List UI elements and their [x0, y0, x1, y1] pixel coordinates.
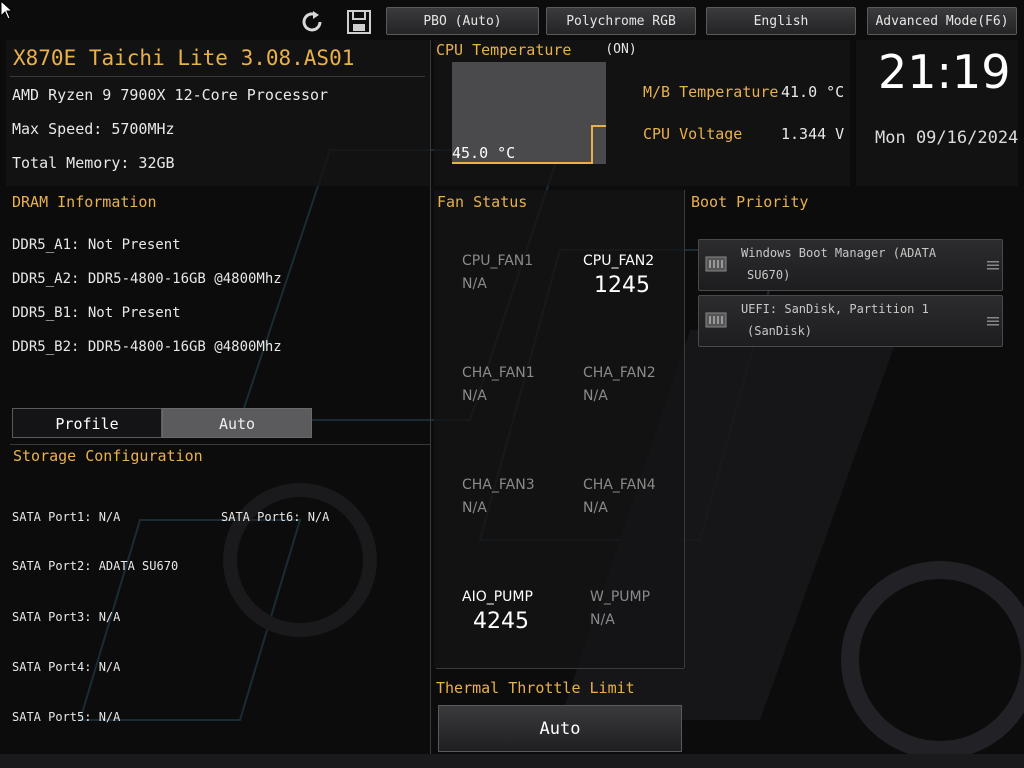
fan-cha-fan3-value: N/A — [462, 500, 487, 516]
dram-slot-b2: DDR5_B2: DDR5-4800-16GB @4800Mhz — [12, 339, 282, 355]
sata-port5: SATA Port5: N/A — [12, 710, 121, 724]
max-speed: Max Speed: 5700MHz — [12, 120, 175, 138]
sata-port6: SATA Port6: N/A — [221, 510, 330, 524]
polychrome-rgb-button[interactable]: Polychrome RGB (ON) — [546, 7, 696, 57]
storage-title: Storage Configuration — [13, 447, 203, 465]
dram-slot-a1: DDR5_A1: Not Present — [12, 237, 181, 253]
thermal-throttle-button[interactable]: Auto — [438, 705, 682, 752]
mb-temp-label: M/B Temperature — [643, 83, 779, 101]
sata-port3: SATA Port3: N/A — [12, 610, 121, 624]
fan-cha-fan2-value: N/A — [583, 388, 608, 404]
cpu-temp-value: 45.0 °C — [452, 144, 516, 162]
boot-item-1[interactable]: Windows Boot Manager (ADATA SU670) — [698, 239, 1003, 291]
fan-w-pump-name: W_PUMP — [590, 589, 651, 605]
fan-aio-pump-name: AIO_PUMP — [462, 589, 533, 605]
fan-cpu-fan2-name: CPU_FAN2 — [583, 253, 655, 269]
dram-title: DRAM Information — [12, 193, 157, 211]
language-button[interactable]: English — [706, 7, 856, 35]
thermal-throttle-title: Thermal Throttle Limit — [436, 679, 635, 697]
cpu-voltage-value: 1.344 V — [781, 125, 845, 143]
cpu-voltage-label: CPU Voltage — [643, 125, 743, 143]
profile-label: Profile — [12, 408, 162, 438]
fan-cha-fan1-value: N/A — [462, 388, 487, 404]
thermal-divider — [436, 668, 684, 669]
fan-cpu-fan1-name: CPU_FAN1 — [462, 253, 534, 269]
column-divider-right — [684, 190, 685, 668]
fan-cha-fan1-name: CHA_FAN1 — [462, 365, 535, 381]
cpu-temp-label: CPU Temperature — [436, 41, 572, 59]
bottom-bar — [0, 754, 1024, 768]
refresh-icon[interactable] — [298, 8, 326, 36]
fan-cha-fan3-name: CHA_FAN3 — [462, 477, 535, 493]
dram-slot-b1: DDR5_B1: Not Present — [12, 305, 181, 321]
sata-port2: SATA Port2: ADATA SU670 — [12, 559, 179, 573]
pbo-button[interactable]: PBO (Auto) — [386, 7, 539, 35]
boot-item-1-line2: SU670) — [747, 268, 791, 282]
boot-item-2-line1: UEFI: SanDisk, Partition 1 — [741, 302, 929, 316]
total-memory: Total Memory: 32GB — [12, 154, 175, 172]
storage-divider — [10, 444, 430, 445]
clock-time: 21:19 — [878, 45, 1011, 99]
title-divider — [10, 76, 425, 77]
boot-priority-title: Boot Priority — [691, 193, 809, 211]
boot-item-2[interactable]: UEFI: SanDisk, Partition 1 (SanDisk) — [698, 295, 1003, 347]
fan-cha-fan4-value: N/A — [583, 500, 608, 516]
advanced-mode-button[interactable]: Advanced Mode(F6) — [867, 7, 1017, 35]
drive-icon — [705, 256, 727, 272]
fan-cha-fan4-name: CHA_FAN4 — [583, 477, 656, 493]
mb-temp-value: 41.0 °C — [781, 83, 845, 101]
boot-item-1-line1: Windows Boot Manager (ADATA — [741, 246, 937, 260]
fan-w-pump-value: N/A — [590, 612, 615, 628]
drag-handle-icon[interactable] — [987, 260, 999, 270]
profile-auto-toggle[interactable]: Auto — [162, 408, 312, 438]
save-icon[interactable] — [345, 8, 373, 36]
cpu-model: AMD Ryzen 9 7900X 12-Core Processor — [12, 86, 329, 104]
drive-icon — [705, 312, 727, 328]
fan-status-title: Fan Status — [437, 193, 528, 211]
column-divider-left — [430, 40, 431, 760]
fan-cpu-fan2-value: 1245 — [594, 273, 650, 298]
fan-aio-pump-value: 4245 — [473, 609, 529, 634]
boot-item-2-line2: (SanDisk) — [747, 324, 813, 338]
sata-port1: SATA Port1: N/A — [12, 510, 121, 524]
fan-cpu-fan1-value: N/A — [462, 276, 487, 292]
clock-date: Mon 09/16/2024 — [875, 128, 1019, 148]
drag-handle-icon[interactable] — [987, 316, 999, 326]
fan-cha-fan2-name: CHA_FAN2 — [583, 365, 656, 381]
sata-port4: SATA Port4: N/A — [12, 660, 121, 674]
mouse-cursor-icon — [0, 0, 14, 20]
dram-slot-a2: DDR5_A2: DDR5-4800-16GB @4800Mhz — [12, 271, 282, 287]
board-title: X870E Taichi Lite 3.08.AS01 — [13, 46, 355, 70]
